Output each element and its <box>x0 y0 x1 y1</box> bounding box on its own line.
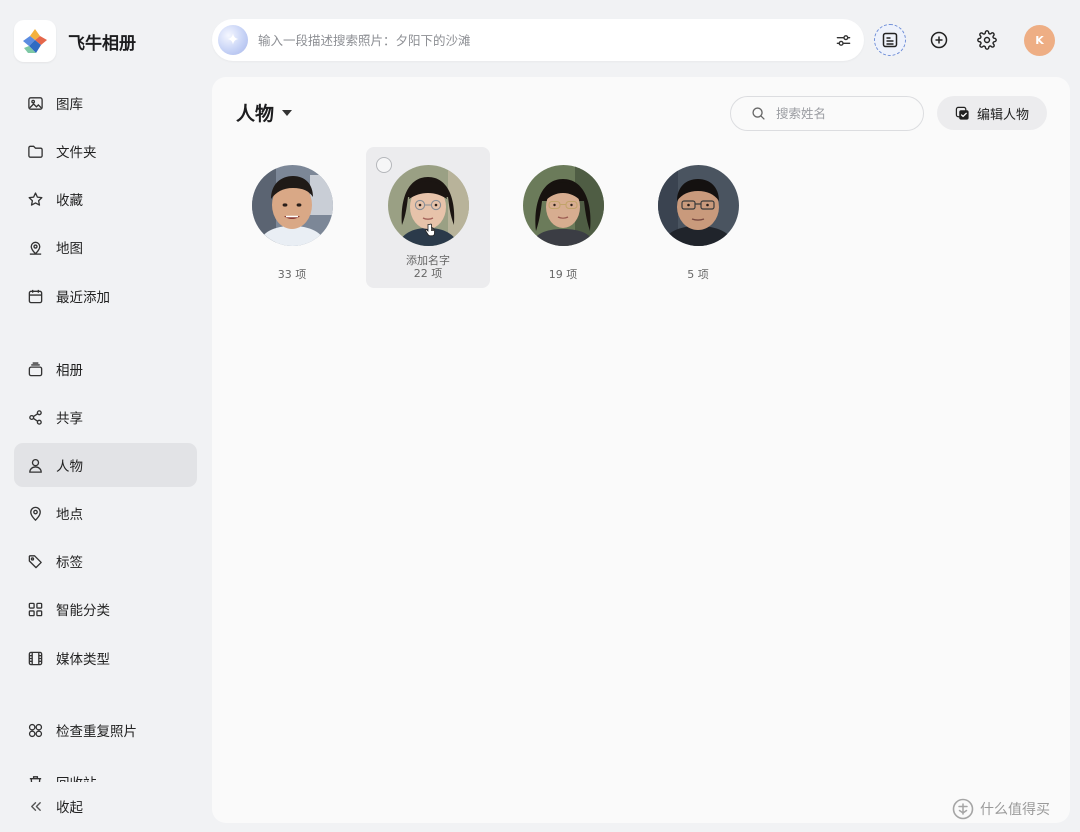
main-panel: 人物 编辑人物 33 项 <box>212 77 1070 823</box>
person-face-photo <box>657 165 739 246</box>
user-avatar[interactable]: K <box>1024 25 1055 56</box>
task-list-icon <box>882 32 898 48</box>
person-card[interactable]: 5 项 <box>636 147 760 288</box>
sidebar-item-label: 最近添加 <box>56 290 110 306</box>
add-name-link[interactable]: 添加名字 <box>406 254 450 267</box>
select-checkbox[interactable] <box>376 157 392 173</box>
photo-search-bar[interactable] <box>212 19 864 61</box>
app-title: 飞牛相册 <box>68 33 136 54</box>
photo-search-input[interactable] <box>258 32 822 48</box>
person-icon <box>26 456 44 474</box>
edit-people-label: 编辑人物 <box>976 107 1029 123</box>
brand[interactable]: 飞牛相册 <box>14 20 136 62</box>
sidebar-item-label: 智能分类 <box>56 603 110 619</box>
sidebar-scroll-clip: 回收站 <box>0 760 210 782</box>
location-pin-icon <box>26 504 44 522</box>
double-chevron-left-icon <box>26 797 44 815</box>
sidebar-item-label: 检查重复照片 <box>56 724 137 740</box>
watermark-text: 什么值得买 <box>980 802 1050 818</box>
person-card[interactable]: 33 项 <box>230 147 354 288</box>
ai-sparkle-icon <box>218 25 248 55</box>
star-icon <box>26 190 44 208</box>
settings-button[interactable] <box>971 24 1003 56</box>
sliders-icon <box>836 34 850 46</box>
sidebar-item-label: 文件夹 <box>56 145 97 161</box>
hand-cursor-icon <box>425 223 435 237</box>
film-icon <box>26 649 44 667</box>
watermark-logo-icon <box>952 798 974 820</box>
sidebar-item-map[interactable]: 地图 <box>14 225 197 269</box>
sidebar-item-gallery[interactable]: 图库 <box>14 81 197 125</box>
app-window: 飞牛相册 图库 文件夹 收藏 地图 最近添加 相册 共享 人物 地点 标签 智能… <box>0 0 1080 832</box>
plus-circle-icon <box>930 31 948 49</box>
sidebar-item-people[interactable]: 人物 <box>14 443 197 487</box>
sidebar-item-places[interactable]: 地点 <box>14 491 197 535</box>
map-icon <box>26 238 44 256</box>
collapse-label: 收起 <box>56 800 83 816</box>
search-icon <box>752 107 765 120</box>
name-search-box[interactable] <box>730 96 924 131</box>
avatar-initial: K <box>1035 34 1044 47</box>
sidebar-item-recent[interactable]: 最近添加 <box>14 274 197 318</box>
duplicate-icon <box>26 721 44 739</box>
sidebar-item-duplicates[interactable]: 检查重复照片 <box>14 708 197 752</box>
sidebar-item-label: 共享 <box>56 411 83 427</box>
sidebar-item-label: 媒体类型 <box>56 652 110 668</box>
person-photo-count: 5 项 <box>687 268 709 281</box>
tag-icon <box>26 552 44 570</box>
edit-checkbox-icon <box>955 106 969 120</box>
sidebar-item-label: 人物 <box>56 459 83 475</box>
sidebar-item-trash[interactable]: 回收站 <box>14 764 197 782</box>
album-icon <box>26 360 44 378</box>
sidebar-item-label: 回收站 <box>56 772 97 782</box>
sidebar-item-albums[interactable]: 相册 <box>14 347 197 391</box>
sidebar-item-favorites[interactable]: 收藏 <box>14 177 197 221</box>
sidebar: 飞牛相册 图库 文件夹 收藏 地图 最近添加 相册 共享 人物 地点 标签 智能… <box>0 0 210 832</box>
name-search-input[interactable] <box>776 106 916 121</box>
person-face-photo <box>522 165 604 246</box>
watermark: 什么值得买 <box>952 798 1050 820</box>
person-card[interactable]: 19 项 <box>501 147 625 288</box>
add-button[interactable] <box>923 24 955 56</box>
sidebar-item-smart-categories[interactable]: 智能分类 <box>14 587 197 631</box>
image-icon <box>26 94 44 112</box>
sidebar-item-media-types[interactable]: 媒体类型 <box>14 636 197 680</box>
person-photo-count: 22 项 <box>413 267 443 280</box>
sidebar-collapse-button[interactable]: 收起 <box>14 786 197 826</box>
view-switcher[interactable]: 人物 <box>236 99 293 126</box>
sidebar-item-label: 相册 <box>56 363 83 379</box>
edit-people-button[interactable]: 编辑人物 <box>937 96 1047 130</box>
sidebar-item-tags[interactable]: 标签 <box>14 539 197 583</box>
trash-icon <box>26 773 44 782</box>
sidebar-item-label: 地点 <box>56 507 83 523</box>
search-filter-button[interactable] <box>822 19 864 61</box>
sidebar-item-label: 地图 <box>56 241 83 257</box>
sidebar-item-share[interactable]: 共享 <box>14 395 197 439</box>
share-icon <box>26 408 44 426</box>
grid-icon <box>26 600 44 618</box>
task-list-button[interactable] <box>874 24 906 56</box>
folder-icon <box>26 142 44 160</box>
gear-icon <box>977 30 997 50</box>
person-photo-count: 33 项 <box>277 268 307 281</box>
sidebar-item-label: 标签 <box>56 555 83 571</box>
person-card[interactable]: 添加名字 22 项 <box>366 147 490 288</box>
sidebar-item-label: 收藏 <box>56 193 83 209</box>
calendar-icon <box>26 287 44 305</box>
sidebar-item-label: 图库 <box>56 97 83 113</box>
app-logo-icon <box>14 20 56 62</box>
page-title: 人物 <box>236 103 275 125</box>
person-face-photo <box>251 165 333 246</box>
person-photo-count: 19 项 <box>548 268 578 281</box>
sidebar-item-folders[interactable]: 文件夹 <box>14 129 197 173</box>
caret-down-icon <box>282 109 293 116</box>
